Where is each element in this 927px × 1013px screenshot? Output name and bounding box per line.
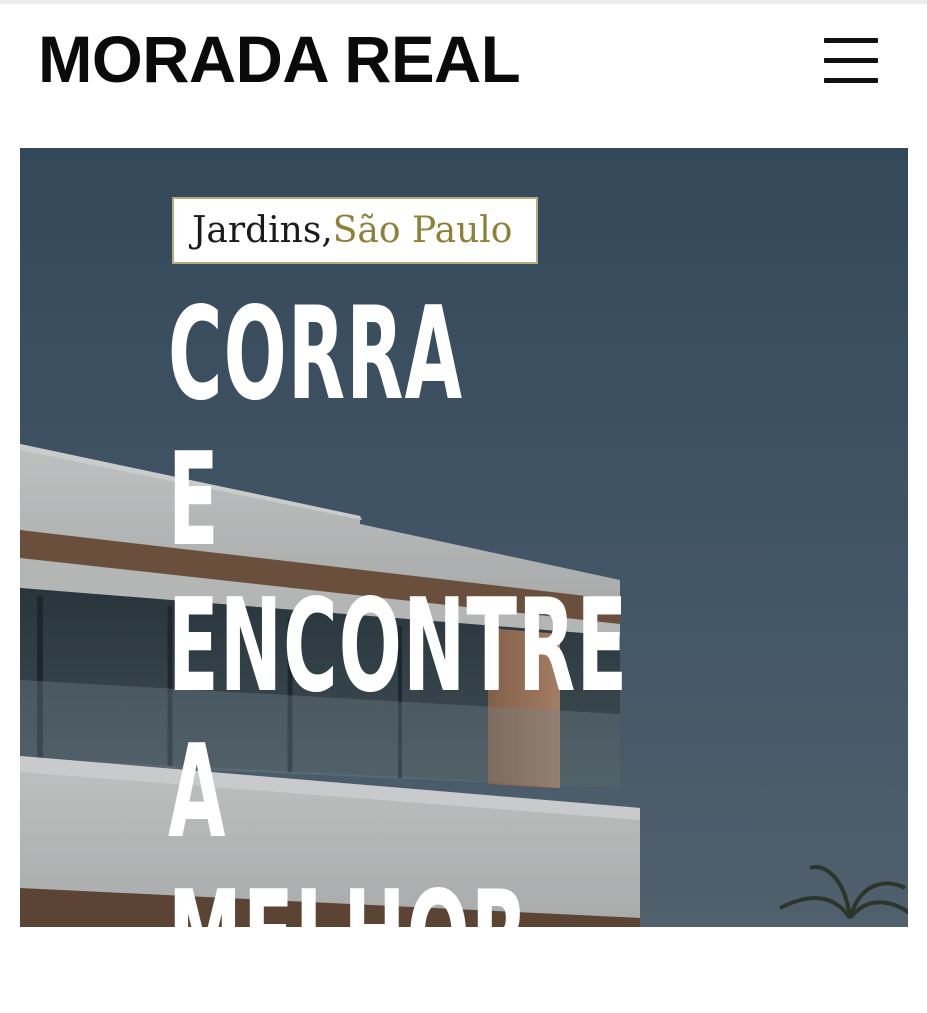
site-header: MORADA REAL — [0, 4, 927, 144]
headline-line: A — [168, 718, 227, 867]
headline-line: MELHOR — [168, 864, 530, 1013]
menu-bar — [824, 78, 878, 83]
location-district: Jardins, — [192, 210, 333, 251]
menu-bar — [824, 38, 878, 43]
location-badge: Jardins,São Paulo — [172, 197, 538, 264]
hero-headline: CORRA E ENCONTRE A MELHOR — [168, 282, 628, 1012]
headline-line: ENCONTRE — [168, 572, 629, 721]
headline-line: CORRA — [168, 280, 464, 429]
menu-bar — [824, 58, 878, 63]
hamburger-menu-icon[interactable] — [818, 34, 884, 90]
brand-logo[interactable]: MORADA REAL — [38, 26, 521, 92]
headline-line: E — [168, 426, 220, 575]
location-city: São Paulo — [332, 210, 513, 251]
